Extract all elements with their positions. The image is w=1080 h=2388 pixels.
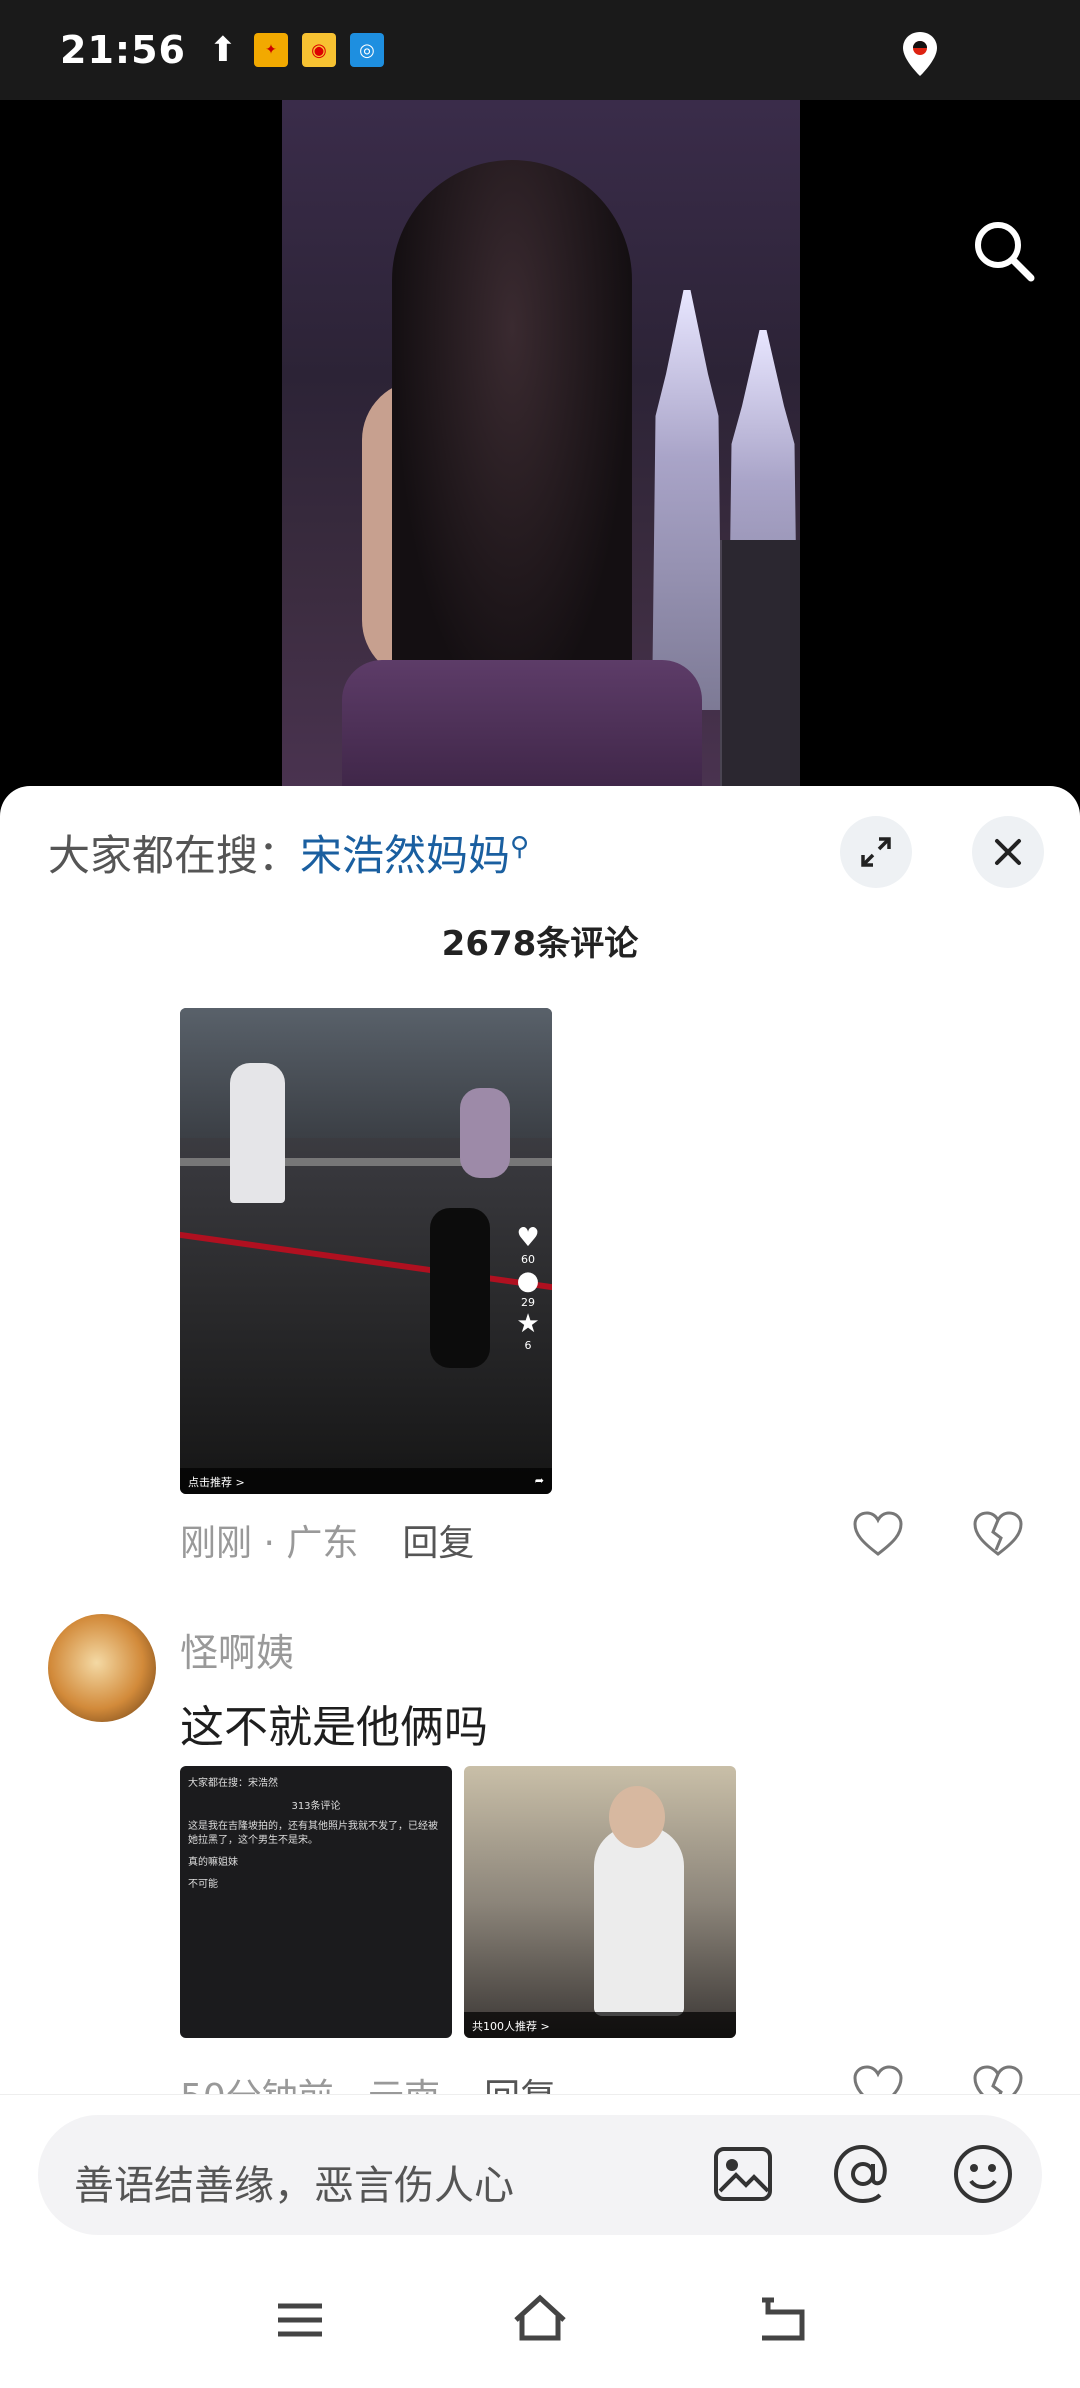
home-icon[interactable] (510, 2290, 570, 2350)
red-light-line (180, 1231, 552, 1291)
at-mention-icon[interactable] (830, 2141, 896, 2207)
video-player[interactable] (0, 100, 1080, 790)
star-icon: ★ (516, 1309, 540, 1339)
thumb-footer: 共100人推荐 > (464, 2012, 736, 2038)
comment-image[interactable]: 大家都在搜：宋浩然 313条评论 这是我在吉隆坡拍的，还有其他照片我就不发了，已… (180, 1766, 452, 2038)
video-side-actions: ♥ 60 ● 29 ★ 6 (510, 1223, 546, 1352)
comment-icon: ● (516, 1266, 540, 1296)
upload-icon: ⬆ (208, 30, 238, 70)
comment-image[interactable]: 共100人推荐 > (464, 1766, 736, 2038)
comment-count-small: 29 (521, 1296, 535, 1309)
location-pin-icon (903, 32, 937, 76)
thumb-footer: 点击推荐 > ➦ (180, 1468, 552, 1494)
weibo-app-icon: ◉ (301, 33, 336, 67)
share-icon: ➦ (534, 1474, 544, 1487)
thumb-line: 真的嘛姐妹 (188, 1857, 238, 1868)
woman-figure (460, 1088, 510, 1178)
status-bar: 21:56 ⬆ ✦ ◉ ◎ (0, 0, 1080, 100)
dislike-heart-icon[interactable] (972, 1510, 1024, 1558)
like-heart-icon[interactable] (852, 1510, 904, 1558)
system-nav-bar (0, 2250, 1080, 2388)
expand-icon (861, 837, 891, 867)
person-hair-image (392, 160, 632, 720)
comment-input-bar: 善语结善缘，恶言伤人心 (0, 2094, 1080, 2235)
star-count: 6 (524, 1339, 532, 1352)
user-name[interactable]: 怪啊姨 (180, 1622, 294, 1677)
person-head (609, 1786, 665, 1848)
avatar[interactable] (48, 1614, 156, 1722)
comment-count: 2678条评论 (441, 924, 639, 964)
image-icon[interactable] (710, 2141, 776, 2207)
hot-search-label: 大家都在搜： (48, 831, 301, 880)
man-figure (230, 1063, 285, 1203)
back-icon[interactable] (752, 2290, 812, 2350)
reply-button[interactable]: 回复 (402, 1523, 474, 1564)
thumb-header: 大家都在搜：宋浩然 (188, 1778, 278, 1789)
person-figure (594, 1826, 684, 2016)
comment-input-placeholder[interactable]: 善语结善缘，恶言伤人心 (74, 2153, 514, 2211)
recommend-label: 点击推荐 > (188, 1476, 245, 1489)
close-button[interactable] (972, 816, 1044, 888)
like-count: 60 (521, 1253, 535, 1266)
shadow-figure (430, 1208, 490, 1368)
tower-image (652, 290, 722, 710)
sohu-app-icon: ✦ (253, 33, 288, 67)
heart-icon: ♥ (516, 1223, 540, 1253)
search-icon[interactable] (968, 215, 1038, 285)
sheet-header: 大家都在搜：宋浩然妈妈⚲ (0, 786, 1080, 906)
menu-icon[interactable] (270, 2290, 330, 2350)
video-frame[interactable] (282, 100, 800, 790)
thumb-line: 不可能 (188, 1879, 218, 1890)
status-time: 21:56 (60, 28, 186, 72)
comment-meta: 刚刚 · 广东 回复 (180, 1514, 474, 1566)
comment-image[interactable]: ♥ 60 ● 29 ★ 6 点击推荐 > ➦ (180, 1008, 552, 1494)
hotspot-icon: ◎ (349, 33, 384, 67)
emoji-icon[interactable] (950, 2141, 1016, 2207)
close-icon (995, 839, 1021, 865)
person-dress-image (342, 660, 702, 790)
comment-text: 这不就是他俩吗 (180, 1702, 488, 1753)
hot-search-term[interactable]: 宋浩然妈妈 (300, 831, 510, 880)
hot-search[interactable]: 大家都在搜：宋浩然妈妈⚲ (48, 822, 529, 883)
building-image (720, 540, 800, 790)
thumb-line: 这是我在吉隆坡拍的，还有其他照片我就不发了，已经被她拉黑了，这个男生不是宋。 (188, 1821, 438, 1846)
comment-time-location: 刚刚 · 广东 (180, 1523, 359, 1564)
thumb-comment-count: 313条评论 (291, 1801, 341, 1812)
recommend-label: 共100人推荐 > (472, 2020, 550, 2033)
small-search-icon: ⚲ (510, 832, 530, 862)
expand-button[interactable] (840, 816, 912, 888)
